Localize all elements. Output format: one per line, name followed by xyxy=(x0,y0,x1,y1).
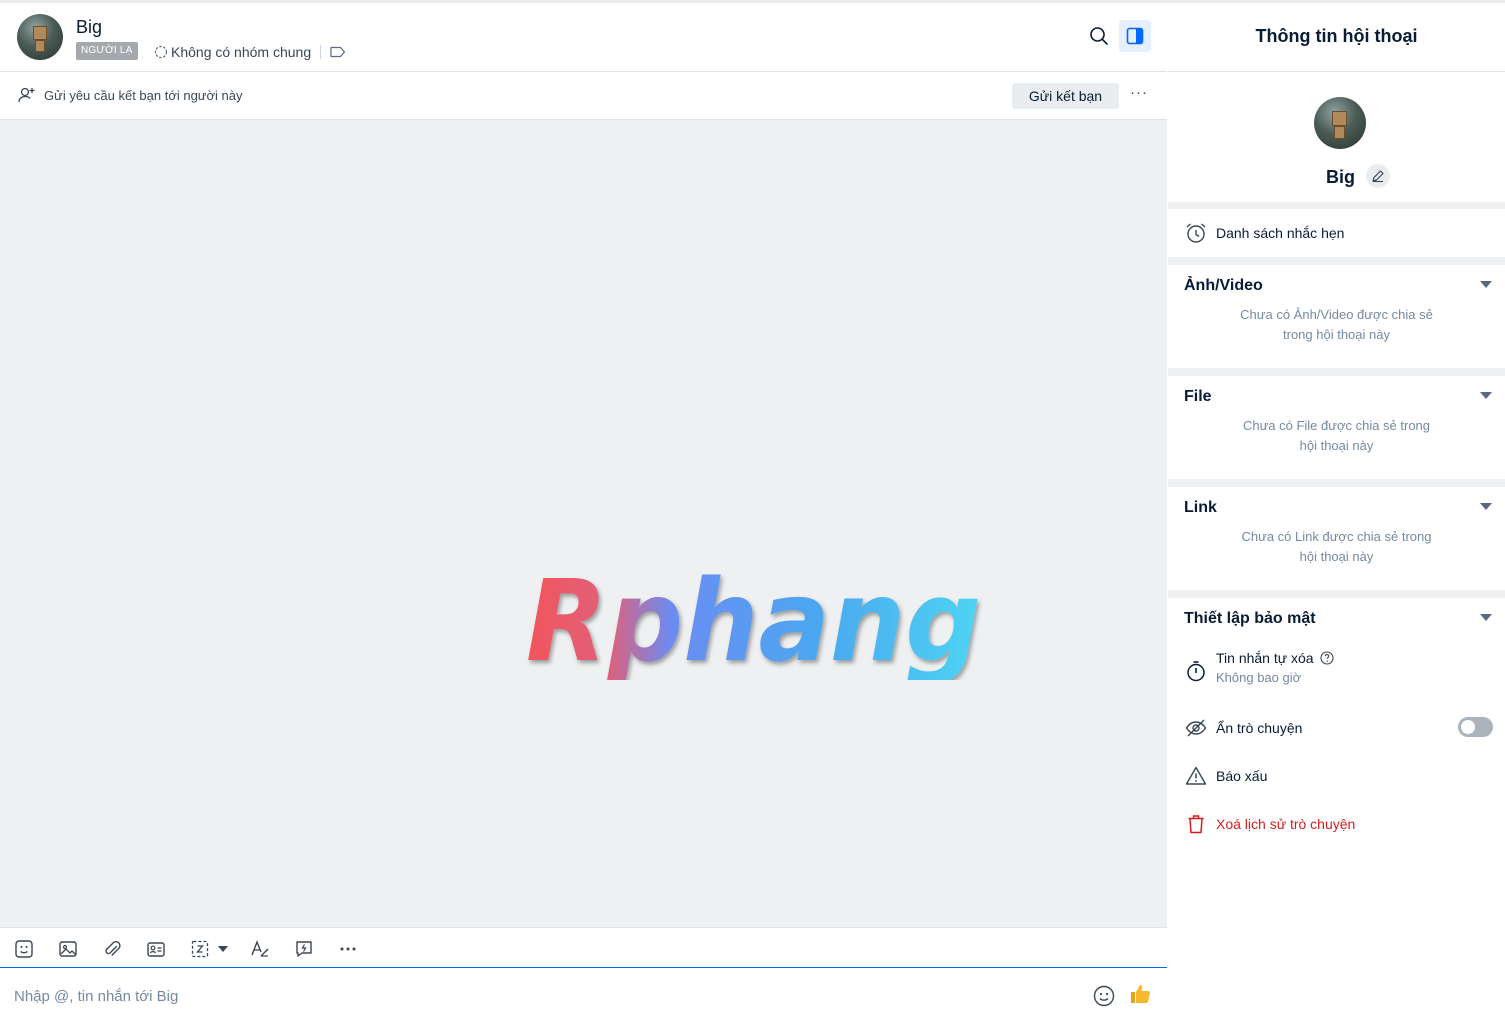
tag-icon[interactable] xyxy=(330,46,346,58)
hide-chat-toggle[interactable] xyxy=(1458,717,1493,737)
screenshot-options-dropdown[interactable] xyxy=(214,936,232,962)
self-destruct-row[interactable]: Tin nhắn tự xóa Không bao giờ xyxy=(1184,650,1334,685)
media-section-title[interactable]: Ảnh/Video xyxy=(1184,277,1263,295)
more-dots-icon xyxy=(340,947,356,951)
thumbs-up-icon xyxy=(1131,985,1150,1003)
more-options-button[interactable]: ··· xyxy=(1127,82,1151,106)
edit-nickname-button[interactable] xyxy=(1366,164,1390,188)
self-destruct-label: Tin nhắn tự xóa xyxy=(1216,650,1314,666)
screenshot-icon xyxy=(191,940,209,958)
timer-icon xyxy=(1184,659,1208,683)
profile-name: Big xyxy=(1326,167,1355,187)
media-empty-line-1: Chưa có Ảnh/Video được chia sẻ xyxy=(1240,307,1433,322)
attach-file-button[interactable] xyxy=(99,936,125,962)
quick-message-icon xyxy=(296,941,312,957)
send-friend-request-button[interactable]: Gửi kết bạn xyxy=(1012,83,1119,109)
collapse-link-icon[interactable] xyxy=(1480,503,1492,510)
file-empty-line-2: hội thoại này xyxy=(1299,438,1374,453)
search-icon xyxy=(1090,27,1108,45)
avatar[interactable] xyxy=(17,14,63,60)
search-button[interactable] xyxy=(1083,20,1115,52)
conversation-info-panel: Thông tin hội thoại Big Danh sách nhắc h… xyxy=(1168,3,1505,1003)
paperclip-icon xyxy=(105,941,121,956)
media-empty-state: Chưa có Ảnh/Video được chia sẻ trong hội… xyxy=(1168,305,1505,345)
collapse-file-icon[interactable] xyxy=(1480,392,1492,399)
hide-chat-label: Ẩn trò chuyện xyxy=(1216,720,1303,736)
file-section-title[interactable]: File xyxy=(1184,388,1212,406)
friend-request-message: Gửi yêu cầu kết bạn tới người này xyxy=(44,88,243,103)
stranger-badge: NGƯỜI LẠ xyxy=(76,42,138,60)
panel-title: Thông tin hội thoại xyxy=(1168,3,1505,72)
send-image-button[interactable] xyxy=(55,936,81,962)
media-section: Ảnh/Video Chưa có Ảnh/Video được chia sẻ… xyxy=(1168,265,1505,368)
trash-icon xyxy=(1184,812,1208,836)
link-section: Link Chưa có Link được chia sẻ trong hội… xyxy=(1168,487,1505,590)
friend-request-bar: Gửi yêu cầu kết bạn tới người này Gửi kế… xyxy=(0,72,1167,120)
link-section-title[interactable]: Link xyxy=(1184,499,1217,517)
link-empty-line-2: hội thoại này xyxy=(1299,549,1374,564)
text-format-icon xyxy=(251,940,269,957)
sticker-icon xyxy=(15,940,33,958)
composer xyxy=(0,968,1167,1007)
profile-avatar[interactable] xyxy=(1314,97,1366,149)
security-section: Thiết lập bảo mật Tin nhắn tự xóa Không … xyxy=(1168,598,1505,1003)
group-circle-icon xyxy=(154,45,168,59)
link-empty-line-1: Chưa có Link được chia sẻ trong xyxy=(1241,529,1432,544)
composer-toolbar xyxy=(0,927,1167,968)
delete-history-row[interactable]: Xoá lịch sử trò chuyện xyxy=(1184,812,1355,836)
message-input[interactable] xyxy=(14,986,914,1006)
emoji-icon xyxy=(1093,985,1115,1007)
message-list[interactable]: Rphang xyxy=(0,120,1167,927)
delete-history-label: Xoá lịch sử trò chuyện xyxy=(1216,816,1356,832)
collapse-security-icon[interactable] xyxy=(1480,614,1492,621)
caret-down-icon xyxy=(218,946,228,952)
quick-like-button[interactable] xyxy=(1128,982,1152,1006)
sidebar-panel-icon xyxy=(1126,27,1144,45)
file-empty-line-1: Chưa có File được chia sẻ trong xyxy=(1242,418,1431,433)
help-icon[interactable] xyxy=(1320,651,1334,665)
link-empty-state: Chưa có Link được chia sẻ trong hội thoạ… xyxy=(1168,527,1505,567)
reminders-row[interactable]: Danh sách nhắc hẹn xyxy=(1184,221,1344,245)
common-groups[interactable]: Không có nhóm chung xyxy=(154,43,349,61)
eye-slash-icon xyxy=(1184,716,1208,740)
media-empty-line-2: trong hội thoại này xyxy=(1283,327,1390,342)
hide-chat-row[interactable]: Ẩn trò chuyện xyxy=(1184,716,1302,740)
contact-name[interactable]: Big xyxy=(76,17,102,38)
add-friend-icon xyxy=(18,87,35,103)
toggle-info-panel-button[interactable] xyxy=(1119,20,1151,52)
profile-section: Big xyxy=(1168,72,1505,202)
contact-card-icon xyxy=(147,942,165,957)
reminders-label: Danh sách nhắc hẹn xyxy=(1216,225,1345,241)
pencil-icon xyxy=(1372,170,1384,183)
chat-area: Big NGƯỜI LẠ Không có nhóm chung Gửi yêu… xyxy=(0,3,1167,1007)
report-label: Báo xấu xyxy=(1216,768,1268,784)
file-section: File Chưa có File được chia sẻ trong hội… xyxy=(1168,376,1505,479)
more-tools-button[interactable] xyxy=(335,936,361,962)
svg-text:Rphang: Rphang xyxy=(526,560,981,680)
alarm-clock-icon xyxy=(1184,221,1208,245)
text-format-button[interactable] xyxy=(247,936,273,962)
report-row[interactable]: Báo xấu xyxy=(1184,764,1267,788)
chat-header: Big NGƯỜI LẠ Không có nhóm chung xyxy=(0,3,1167,72)
send-contact-card-button[interactable] xyxy=(143,936,169,962)
watermark-logo: Rphang xyxy=(526,560,981,680)
divider xyxy=(320,45,322,59)
image-icon xyxy=(59,941,77,957)
reminders-section[interactable]: Danh sách nhắc hẹn xyxy=(1168,209,1505,257)
emoji-button[interactable] xyxy=(1092,984,1116,1008)
collapse-media-icon[interactable] xyxy=(1480,281,1492,288)
warning-icon xyxy=(1184,764,1208,788)
security-section-title[interactable]: Thiết lập bảo mật xyxy=(1184,610,1316,628)
quick-message-button[interactable] xyxy=(291,936,317,962)
common-groups-label: Không có nhóm chung xyxy=(171,44,312,60)
screenshot-button[interactable] xyxy=(187,936,213,962)
file-empty-state: Chưa có File được chia sẻ trong hội thoạ… xyxy=(1168,416,1505,456)
self-destruct-value: Không bao giờ xyxy=(1216,670,1302,685)
sticker-button[interactable] xyxy=(11,936,37,962)
